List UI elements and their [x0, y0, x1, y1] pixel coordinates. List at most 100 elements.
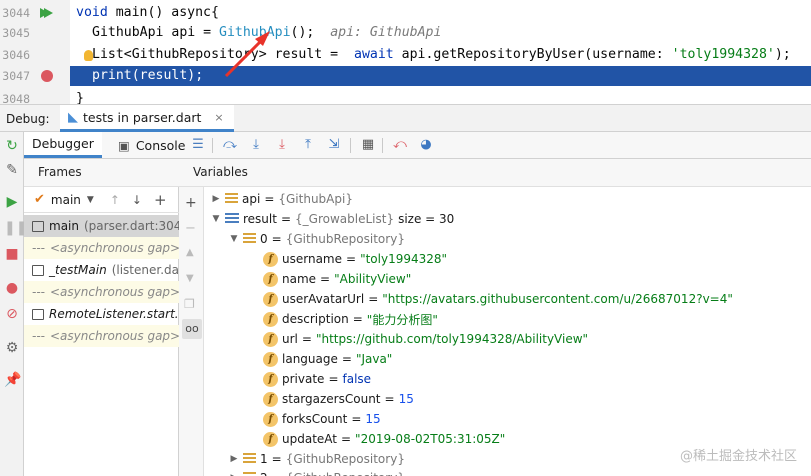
debug-tool-window-header: Debug: ◣ tests in parser.dart ×	[0, 104, 811, 132]
run-config-label: tests in parser.dart	[83, 109, 202, 125]
field-row[interactable]: f username = "toly1994328"	[263, 249, 447, 269]
run-config-tab[interactable]: ◣ tests in parser.dart ×	[60, 105, 234, 132]
field-icon: f	[263, 271, 278, 287]
variable-name: result	[243, 212, 277, 226]
view-breakpoints-icon[interactable]: ●	[4, 280, 20, 296]
variable-row[interactable]: ▼ result = {_GrowableList} size = 30	[211, 209, 455, 229]
object-icon	[243, 233, 256, 245]
remove-watch-icon[interactable]: −	[185, 221, 196, 236]
copy-icon[interactable]: ❐	[184, 297, 195, 311]
tab-console[interactable]: ▣ Console	[110, 132, 193, 158]
resume-icon[interactable]: ▶	[4, 194, 20, 210]
move-up-icon[interactable]: ▲	[186, 247, 194, 258]
field-row[interactable]: f description = "能力分析图"	[263, 309, 438, 329]
evaluate-expression-icon[interactable]: ▦	[360, 137, 376, 153]
frame-location: (listener.dart	[111, 263, 179, 277]
thread-selector[interactable]: ✔ main ▼ ↑ ↓ +	[24, 187, 179, 213]
field-value: "2019-08-02T05:31:05Z"	[355, 432, 506, 446]
variable-row[interactable]: ▶ 2 = {GithubRepository}	[229, 468, 405, 476]
code-editor[interactable]: 3044 void main() async{ 3045 GithubApi a…	[0, 0, 811, 104]
add-icon[interactable]: +	[154, 191, 167, 209]
frame-item[interactable]: _testMain (listener.dart	[24, 259, 179, 281]
collapse-arrow-icon[interactable]: ▼	[229, 234, 239, 244]
field-row[interactable]: f url = "https://github.com/toly1994328/…	[263, 329, 588, 349]
frame-item[interactable]: RemoteListener.start.<	[24, 303, 179, 325]
step-over-icon[interactable]: ⤼	[222, 137, 238, 153]
frame-location: <asynchronous gap>	[50, 241, 179, 255]
frame-name: ---	[32, 329, 45, 343]
field-value: "AbilityView"	[334, 272, 412, 286]
field-value: 15	[365, 412, 381, 426]
glasses-icon[interactable]: oo	[182, 319, 202, 339]
variable-name: 0	[260, 232, 268, 246]
step-out-icon[interactable]: ⤒	[300, 137, 316, 153]
line-number: 3044	[2, 6, 30, 20]
open-devtools-icon[interactable]: ◕	[418, 137, 434, 153]
code-line[interactable]: 3046 List<GithubRepository> result = awa…	[0, 45, 811, 65]
variable-row[interactable]: ▶ api = {GithubApi}	[211, 189, 353, 209]
code-line[interactable]: 3048 }	[0, 89, 811, 104]
move-down-icon[interactable]: ▼	[186, 273, 194, 284]
field-value: "https://github.com/toly1994328/AbilityV…	[315, 332, 589, 346]
frame-icon	[32, 264, 44, 276]
line-number: 3047	[2, 69, 30, 83]
expand-arrow-icon[interactable]: ▶	[211, 194, 221, 204]
rerun-icon[interactable]: ↻	[4, 138, 20, 154]
code-line[interactable]: 3045 GithubApi api = GithubApi(); api: G…	[0, 23, 811, 43]
step-into-icon[interactable]: ⤓	[248, 137, 264, 153]
tab-debugger[interactable]: Debugger	[24, 132, 102, 158]
pause-icon[interactable]: ❚❚	[4, 220, 27, 236]
code-line[interactable]: 3044 void main() async{	[0, 3, 811, 23]
force-step-into-icon[interactable]: ⤓	[274, 137, 290, 153]
line-number: 3045	[2, 26, 30, 40]
frame-item[interactable]: main (parser.dart:3047	[24, 215, 179, 237]
run-icon[interactable]	[40, 8, 53, 18]
variable-type: {GithubApi}	[278, 192, 353, 206]
field-icon: f	[263, 411, 278, 427]
field-icon: f	[263, 431, 278, 447]
pin-icon[interactable]: 📌	[4, 372, 21, 388]
variables-title: Variables	[193, 165, 248, 179]
frame-name: ---	[32, 241, 45, 255]
frame-item[interactable]: --- <asynchronous gap>	[24, 281, 179, 303]
field-value: "Java"	[355, 352, 393, 366]
collapse-arrow-icon[interactable]: ▼	[211, 214, 221, 224]
field-row[interactable]: f forksCount = 15	[263, 409, 381, 429]
field-name: username	[282, 252, 342, 266]
mute-breakpoints-icon[interactable]: ⊘	[4, 306, 20, 322]
code-line[interactable]: 3047 print(result);	[0, 66, 811, 86]
console-icon: ▣	[118, 137, 130, 153]
debug-actions-strip: ↻ ✎ ▶ ❚❚ ■ ● ⊘ ⚙ 📌	[0, 132, 27, 476]
object-icon	[243, 453, 256, 465]
frame-item[interactable]: --- <asynchronous gap>	[24, 325, 179, 347]
run-to-cursor-icon[interactable]: ⇲	[326, 137, 342, 153]
variable-row[interactable]: ▼ 0 = {GithubRepository}	[229, 229, 405, 249]
field-row[interactable]: f updateAt = "2019-08-02T05:31:05Z"	[263, 429, 505, 449]
field-row[interactable]: f userAvatarUrl = "https://avatars.githu…	[263, 289, 733, 309]
debug-label: Debug:	[6, 112, 50, 126]
add-watch-icon[interactable]: +	[185, 195, 197, 211]
field-row[interactable]: f name = "AbilityView"	[263, 269, 411, 289]
frame-item[interactable]: --- <asynchronous gap>	[24, 237, 179, 259]
settings-icon[interactable]: ⚙	[4, 340, 20, 356]
list-icon	[225, 213, 239, 225]
field-value: false	[342, 372, 372, 386]
close-icon[interactable]: ×	[214, 111, 223, 124]
chevron-down-icon[interactable]: ▼	[87, 195, 94, 205]
field-row[interactable]: f private = false	[263, 369, 371, 389]
variable-type: {_GrowableList}	[295, 212, 395, 226]
variable-row[interactable]: ▶ 1 = {GithubRepository}	[229, 449, 405, 469]
stop-icon[interactable]: ■	[4, 246, 20, 262]
field-row[interactable]: f language = "Java"	[263, 349, 392, 369]
up-arrow-icon[interactable]: ↑	[110, 193, 120, 207]
field-row[interactable]: f stargazersCount = 15	[263, 389, 414, 409]
down-arrow-icon[interactable]: ↓	[132, 193, 142, 207]
expand-arrow-icon[interactable]: ▶	[229, 454, 239, 464]
breakpoint-icon[interactable]	[41, 70, 53, 82]
wrench-icon[interactable]: ✎	[4, 162, 20, 178]
code-text: GithubApi api = GithubApi(); api: Github…	[92, 25, 442, 40]
layout-menu-icon[interactable]: ☰	[190, 137, 206, 153]
restore-frame-icon[interactable]: ⤺	[392, 137, 408, 153]
frame-name: main	[49, 219, 79, 233]
field-name: name	[282, 272, 317, 286]
